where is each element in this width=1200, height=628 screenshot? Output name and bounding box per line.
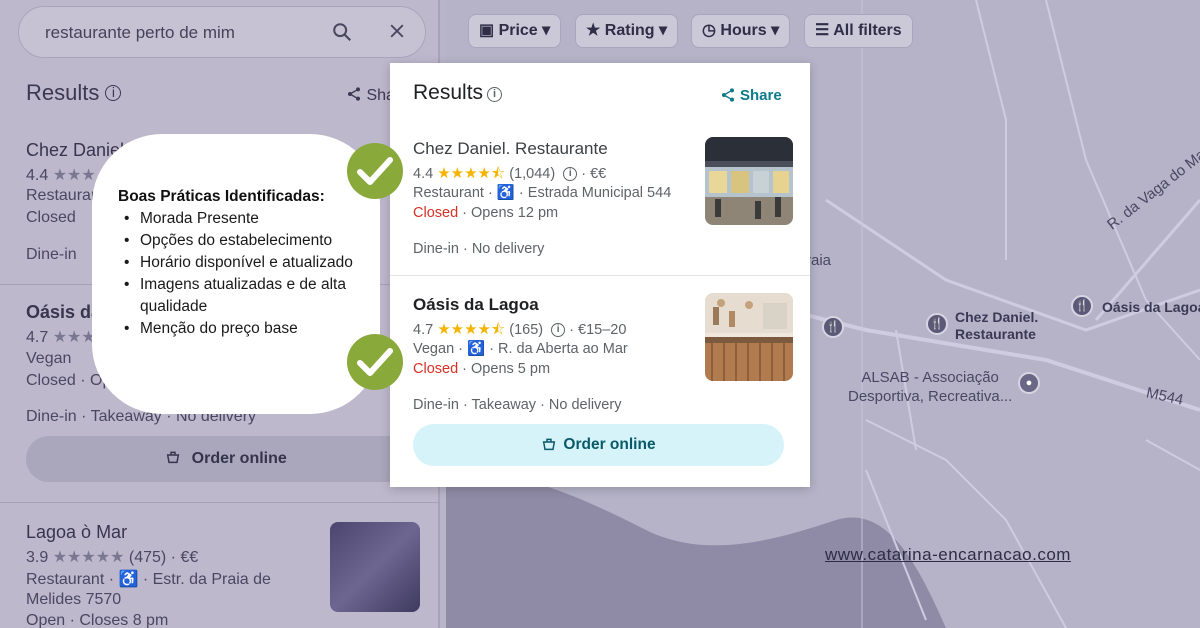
bg-result3-status: Open · Closes 8 pm xyxy=(26,612,169,628)
search-icon[interactable] xyxy=(331,21,353,49)
result-hours: Closed · Opens 5 pm xyxy=(413,361,551,377)
bg-result3-address: Restaurant · ♿ · Estr. da Praia de xyxy=(26,571,271,588)
website-watermark: www.catarina-encarnacao.com xyxy=(825,545,1071,564)
place-pin-icon[interactable]: ● xyxy=(1018,372,1040,394)
filter-rating[interactable]: ★ Rating ▾ xyxy=(575,14,679,48)
result-services: Dine-in · Takeaway · No delivery xyxy=(413,397,622,413)
map-label-oasis[interactable]: Oásis da Lagoa xyxy=(1102,299,1200,315)
results-heading-bg: Results i xyxy=(26,80,122,106)
wheelchair-icon: ♿ xyxy=(467,341,486,357)
map-label-alsab[interactable]: ALSAB - Associação Desportiva, Recreativ… xyxy=(848,368,1012,406)
result-photo[interactable] xyxy=(705,293,793,381)
bg-result2-rating: 4.7 ★★★ xyxy=(26,329,96,346)
annotation-item: Morada Presente xyxy=(122,208,362,230)
star-rating-icon: ★★★★⯪ xyxy=(437,165,506,182)
result3-photo[interactable] xyxy=(330,522,420,612)
checkmark-icon xyxy=(347,143,403,199)
result-services: Dine-in · No delivery xyxy=(413,241,545,257)
divider xyxy=(390,275,810,276)
results-heading: Results i xyxy=(413,81,503,105)
bg-result2-type: Vegan xyxy=(26,350,72,367)
restaurant-pin-icon[interactable]: 🍴 xyxy=(1071,295,1093,317)
restaurant-pin-icon[interactable]: 🍴 xyxy=(926,313,948,335)
order-online-button[interactable]: Order online xyxy=(413,424,784,466)
bg-result1-type: Restaurar xyxy=(26,187,97,204)
share-icon xyxy=(348,87,360,101)
info-icon[interactable]: i xyxy=(487,87,503,102)
basket-icon xyxy=(166,451,180,464)
results-card: Results i Share Chez Daniel. Restaurante … xyxy=(390,63,810,487)
result-photo[interactable] xyxy=(705,137,793,225)
filter-hours[interactable]: ◷ Hours ▾ xyxy=(691,14,791,48)
bg-result3-rating: 3.9 ★★★★★ (475) · €€ xyxy=(26,549,199,566)
annotation-list: Morada Presente Opções do estabeleciment… xyxy=(122,208,362,340)
order-online-button-bg[interactable]: Order online xyxy=(26,436,426,482)
restaurant-pin-icon[interactable]: 🍴 xyxy=(822,316,844,338)
best-practices-annotation: Boas Práticas Identificadas: Morada Pres… xyxy=(92,134,380,414)
basket-icon xyxy=(543,438,556,451)
share-button-bg[interactable]: Sha xyxy=(346,86,395,105)
bg-result2-name[interactable]: Oásis da xyxy=(26,302,101,323)
bg-result1-rating: 4.4 ★★★ xyxy=(26,167,96,184)
info-icon[interactable]: i xyxy=(105,85,122,101)
search-box[interactable]: restaurante perto de mim xyxy=(18,6,426,58)
filter-price[interactable]: ▣ Price ▾ xyxy=(468,14,562,48)
bg-result1-status: Closed xyxy=(26,209,76,226)
share-button[interactable]: Share xyxy=(720,87,782,104)
wheelchair-icon: ♿ xyxy=(496,185,515,201)
result-name[interactable]: Chez Daniel. Restaurante xyxy=(413,139,608,159)
bg-result3-address2: Melides 7570 xyxy=(26,591,122,608)
annotation-item: Opções do estabelecimento xyxy=(122,230,362,252)
result-address: Restaurant · ♿ · Estrada Municipal 544 xyxy=(413,185,672,201)
annotation-title: Boas Práticas Identificadas: xyxy=(118,188,325,205)
result-name[interactable]: Oásis da Lagoa xyxy=(413,295,539,315)
result-address: Vegan · ♿ · R. da Aberta ao Mar xyxy=(413,341,628,357)
divider xyxy=(0,502,440,503)
annotation-item: Menção do preço base xyxy=(122,318,362,340)
star-rating-icon: ★★★★⯪ xyxy=(437,321,506,338)
info-icon[interactable]: i xyxy=(551,323,566,337)
info-icon[interactable]: i xyxy=(563,167,578,181)
search-query[interactable]: restaurante perto de mim xyxy=(45,23,235,43)
result-hours: Closed · Opens 12 pm xyxy=(413,205,559,221)
annotation-item: Imagens atualizadas e de alta qualidade xyxy=(122,274,362,318)
bg-result1-services: Dine-in xyxy=(26,246,77,263)
share-icon xyxy=(722,88,734,102)
filter-all[interactable]: ☰ All filters xyxy=(804,14,913,48)
bg-result3-name[interactable]: Lagoa ò Mar xyxy=(26,522,127,543)
checkmark-icon xyxy=(347,334,403,390)
annotation-item: Horário disponível e atualizado xyxy=(122,252,362,274)
close-icon[interactable] xyxy=(387,21,407,47)
map-label-chez-daniel[interactable]: Chez Daniel. Restaurante xyxy=(955,309,1038,343)
